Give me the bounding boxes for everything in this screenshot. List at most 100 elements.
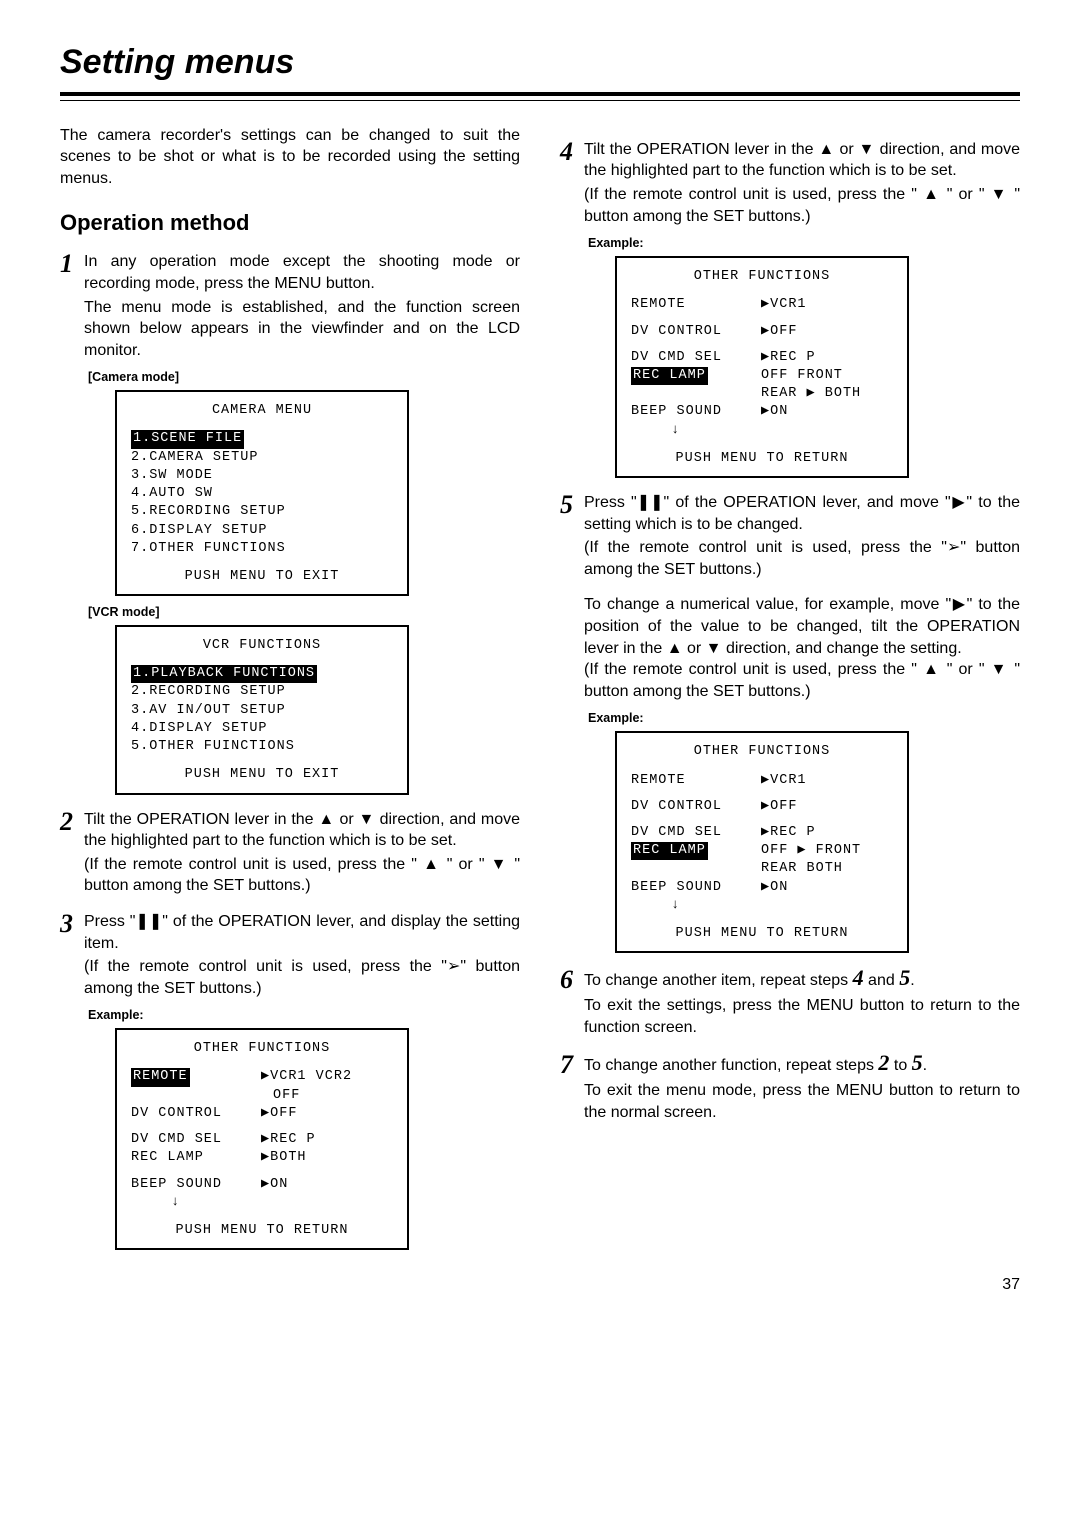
step-number-4: 4: [560, 139, 584, 182]
vcr-menu-item-4: 4.DISPLAY SETUP: [131, 720, 393, 738]
other-c-arrow: ↓: [631, 897, 893, 915]
other-a-beep-val: ▶ON: [261, 1176, 393, 1194]
title-underline: [60, 100, 1020, 101]
step-4-cont: (If the remote control unit is used, pre…: [584, 184, 1020, 227]
other-b-beep: BEEP SOUND: [631, 403, 761, 421]
step-7-text: To change another function, repeat steps…: [584, 1052, 1020, 1078]
other-b-dvcmd-val: ▶REC P: [761, 349, 893, 367]
step-6-cont: To exit the settings, press the MENU but…: [584, 995, 1020, 1038]
example-label-b: Example:: [588, 235, 1020, 252]
other-b-line2l: OFF FRONT: [761, 367, 893, 385]
step-3-text: Press "❚❚" of the OPERATION lever, and d…: [84, 911, 520, 954]
other-c-remote-val: ▶VCR1: [761, 772, 893, 790]
step-7b: to: [889, 1057, 911, 1074]
other-a-remote-val2: OFF: [131, 1087, 393, 1105]
operation-method-heading: Operation method: [60, 208, 520, 238]
step-5-cont-d: (If the remote control unit is used, pre…: [584, 659, 1020, 702]
step-ref-5b: 5: [912, 1050, 923, 1075]
other-c-dvctrl: DV CONTROL: [631, 798, 761, 816]
other-a-remote-val: ▶VCR1 VCR2: [261, 1068, 393, 1086]
other-b-dvctrl: DV CONTROL: [631, 323, 761, 341]
other-a-title: OTHER FUNCTIONS: [117, 1040, 407, 1058]
step-ref-4: 4: [853, 965, 864, 990]
other-a-beep: BEEP SOUND: [131, 1176, 261, 1194]
other-b-arrow: ↓: [631, 422, 893, 440]
other-c-reclamp: REC LAMP: [631, 842, 708, 860]
step-3-cont: (If the remote control unit is used, pre…: [84, 956, 520, 999]
other-c-line2r: REAR BOTH: [631, 860, 893, 878]
camera-menu-box: CAMERA MENU 1.SCENE FILE 2.CAMERA SETUP …: [115, 390, 409, 596]
camera-menu-item-4: 4.AUTO SW: [131, 485, 393, 503]
camera-menu-footer: PUSH MENU TO EXIT: [117, 568, 407, 586]
other-c-remote: REMOTE: [631, 772, 761, 790]
other-a-reclamp-val: ▶BOTH: [261, 1149, 393, 1167]
camera-menu-title: CAMERA MENU: [117, 402, 407, 420]
step-4-text: Tilt the OPERATION lever in the ▲ or ▼ d…: [584, 139, 1020, 182]
step-6b: and: [864, 972, 900, 989]
camera-menu-item-2: 2.CAMERA SETUP: [131, 449, 393, 467]
step-7end: .: [923, 1057, 927, 1074]
other-b-line2r: REAR ▶ BOTH: [631, 385, 893, 403]
intro-text: The camera recorder's settings can be ch…: [60, 125, 520, 190]
camera-menu-item-6: 6.DISPLAY SETUP: [131, 522, 393, 540]
step-number-5: 5: [560, 492, 584, 535]
other-b-dvctrl-val: ▶OFF: [761, 323, 893, 341]
step-7-cont: To exit the menu mode, press the MENU bu…: [584, 1080, 1020, 1123]
other-functions-box-a: OTHER FUNCTIONS REMOTE ▶VCR1 VCR2 OFF DV …: [115, 1028, 409, 1250]
vcr-menu-box: VCR FUNCTIONS 1.PLAYBACK FUNCTIONS 2.REC…: [115, 625, 409, 795]
other-b-beep-val: ▶ON: [761, 403, 893, 421]
step-5-cont-c: To change a numerical value, for example…: [584, 594, 1020, 659]
page-number: 37: [60, 1274, 1020, 1296]
step-6a: To change another item, repeat steps: [584, 972, 853, 989]
step-number-2: 2: [60, 809, 84, 852]
page-title: Setting menus: [60, 40, 1020, 96]
step-7a: To change another function, repeat steps: [584, 1057, 878, 1074]
step-2-text: Tilt the OPERATION lever in the ▲ or ▼ d…: [84, 809, 520, 852]
step-ref-5a: 5: [899, 965, 910, 990]
other-a-dvctrl: DV CONTROL: [131, 1105, 261, 1123]
vcr-menu-footer: PUSH MENU TO EXIT: [117, 766, 407, 784]
vcr-menu-item-1: 1.PLAYBACK FUNCTIONS: [131, 665, 317, 683]
step-6-text: To change another item, repeat steps 4 a…: [584, 967, 1020, 993]
vcr-mode-label: [VCR mode]: [88, 604, 520, 621]
step-number-1: 1: [60, 251, 84, 294]
step-2-cont: (If the remote control unit is used, pre…: [84, 854, 520, 897]
other-b-dvcmd: DV CMD SEL: [631, 349, 761, 367]
step-5-text: Press "❚❚" of the OPERATION lever, and m…: [584, 492, 1020, 535]
vcr-menu-item-2: 2.RECORDING SETUP: [131, 683, 393, 701]
step-1-text: In any operation mode except the shootin…: [84, 251, 520, 294]
other-a-dvcmd: DV CMD SEL: [131, 1131, 261, 1149]
vcr-menu-item-5: 5.OTHER FUINCTIONS: [131, 738, 393, 756]
example-label-c: Example:: [588, 710, 1020, 727]
other-c-footer: PUSH MENU TO RETURN: [617, 925, 907, 943]
step-number-7: 7: [560, 1052, 584, 1078]
other-a-dvcmd-val: ▶REC P: [261, 1131, 393, 1149]
other-c-dvctrl-val: ▶OFF: [761, 798, 893, 816]
other-c-beep: BEEP SOUND: [631, 879, 761, 897]
other-b-remote-val: ▶VCR1: [761, 296, 893, 314]
other-a-footer: PUSH MENU TO RETURN: [117, 1222, 407, 1240]
step-1-cont: The menu mode is established, and the fu…: [84, 297, 520, 362]
step-number-6: 6: [560, 967, 584, 993]
other-b-footer: PUSH MENU TO RETURN: [617, 450, 907, 468]
right-column: 4 Tilt the OPERATION lever in the ▲ or ▼…: [560, 125, 1020, 1254]
other-c-beep-val: ▶ON: [761, 879, 893, 897]
camera-menu-item-3: 3.SW MODE: [131, 467, 393, 485]
other-c-line2l: OFF ▶ FRONT: [761, 842, 893, 860]
other-c-dvcmd-val: ▶REC P: [761, 824, 893, 842]
example-label-a: Example:: [88, 1007, 520, 1024]
camera-menu-item-1: 1.SCENE FILE: [131, 430, 244, 448]
other-a-reclamp: REC LAMP: [131, 1149, 261, 1167]
other-functions-box-b: OTHER FUNCTIONS REMOTE▶VCR1 DV CONTROL▶O…: [615, 256, 909, 478]
step-5-cont-b: (If the remote control unit is used, pre…: [584, 537, 1020, 580]
vcr-menu-title: VCR FUNCTIONS: [117, 637, 407, 655]
left-column: The camera recorder's settings can be ch…: [60, 125, 520, 1254]
other-a-remote: REMOTE: [131, 1068, 190, 1086]
other-a-arrow: ↓: [131, 1194, 393, 1212]
other-b-remote: REMOTE: [631, 296, 761, 314]
step-6end: .: [910, 972, 914, 989]
step-ref-2: 2: [878, 1050, 889, 1075]
camera-menu-item-5: 5.RECORDING SETUP: [131, 503, 393, 521]
other-b-title: OTHER FUNCTIONS: [617, 268, 907, 286]
other-functions-box-c: OTHER FUNCTIONS REMOTE▶VCR1 DV CONTROL▶O…: [615, 731, 909, 953]
